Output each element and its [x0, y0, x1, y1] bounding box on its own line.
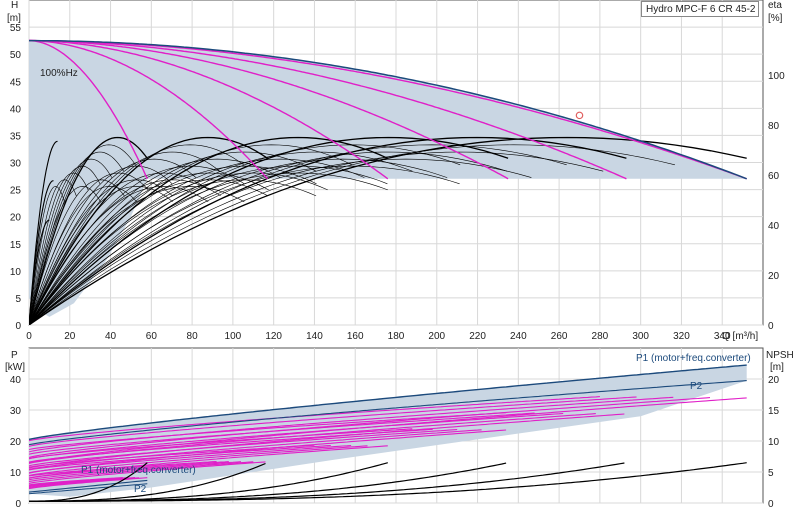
x-tick-label: 200 [428, 331, 445, 342]
x-tick-label: 160 [347, 331, 364, 342]
y-left-tick-label: 25 [10, 186, 22, 197]
p1-label-low: P1 (motor+freq.converter) [81, 465, 196, 476]
y-right-tick-label: 100 [768, 71, 785, 82]
top-left-axis-label: H [11, 0, 18, 11]
x-tick-label: 280 [592, 331, 609, 342]
y-left-tick-label: 10 [10, 267, 22, 278]
bottom-right-axis-unit: [m] [770, 362, 784, 373]
chart-title-box: Hydro MPC-F 6 CR 45-2 [641, 1, 759, 17]
x-tick-label: 300 [632, 331, 649, 342]
npsh-tick-label: 0 [768, 499, 774, 510]
npsh-tick-label: 5 [768, 468, 774, 479]
pump-curve-chart: 0 20 40 60 80 100 120 140 160 180 200 220 240 260 280 3… [0, 0, 800, 520]
y-right-tick-label: 40 [768, 221, 780, 232]
x-tick-label: 40 [105, 331, 117, 342]
bottom-left-axis-unit: [kW] [5, 362, 25, 373]
x-tick-label: 0 [26, 331, 32, 342]
p-tick-label: 40 [10, 375, 22, 386]
p-tick-label: 10 [10, 468, 22, 479]
x-tick-label: 260 [551, 331, 568, 342]
y-left-tick-label: 15 [10, 240, 22, 251]
y-left-tick-label: 5 [15, 294, 21, 305]
top-left-axis-unit: [m] [7, 13, 21, 24]
x-tick-label: 120 [265, 331, 282, 342]
y-right-tick-label: 60 [768, 171, 780, 182]
y-left-tick-label: 30 [10, 159, 22, 170]
y-left-tick-label: 55 [10, 23, 22, 34]
p-tick-label: 30 [10, 406, 22, 417]
y-right-tick-label: 80 [768, 121, 780, 132]
x-tick-label: 100 [225, 331, 242, 342]
x-tick-label: 20 [64, 331, 76, 342]
y-left-tick-label: 50 [10, 50, 22, 61]
y-left-tick-label: 40 [10, 104, 22, 115]
y-left-tick-label: 45 [10, 77, 22, 88]
y-right-tick-label: 0 [768, 321, 774, 332]
x-axis-label: Q [m³/h] [722, 331, 758, 342]
y-left-tick-label: 35 [10, 131, 22, 142]
x-tick-label: 60 [146, 331, 158, 342]
x-tick-label: 140 [306, 331, 323, 342]
p1-label-top: P1 (motor+freq.converter) [636, 353, 751, 364]
x-tick-label: 320 [673, 331, 690, 342]
p2-label-low: P2 [134, 484, 147, 495]
npsh-tick-label: 10 [768, 437, 780, 448]
npsh-tick-label: 20 [768, 375, 780, 386]
p-tick-label: 20 [10, 437, 22, 448]
x-tick-label: 180 [388, 331, 405, 342]
y-left-tick-label: 0 [15, 321, 21, 332]
x-tick-label: 240 [510, 331, 527, 342]
hz-annotation: 100%Hz [40, 68, 78, 79]
duty-point-marker [575, 111, 584, 120]
top-right-axis-label: eta [768, 0, 782, 11]
p2-label-top: P2 [690, 381, 703, 392]
p-tick-label: 0 [15, 499, 21, 510]
bottom-right-axis-label: NPSH [766, 350, 794, 361]
npsh-tick-label: 15 [768, 406, 780, 417]
top-right-axis-unit: [%] [768, 13, 783, 24]
y-right-tick-label: 20 [768, 271, 780, 282]
chart-svg: 0 20 40 60 80 100 120 140 160 180 200 220 240 260 280 3… [5, 0, 794, 510]
y-left-tick-label: 20 [10, 213, 22, 224]
bottom-left-axis-label: P [11, 350, 18, 361]
x-tick-label: 80 [187, 331, 199, 342]
x-tick-label: 220 [469, 331, 486, 342]
